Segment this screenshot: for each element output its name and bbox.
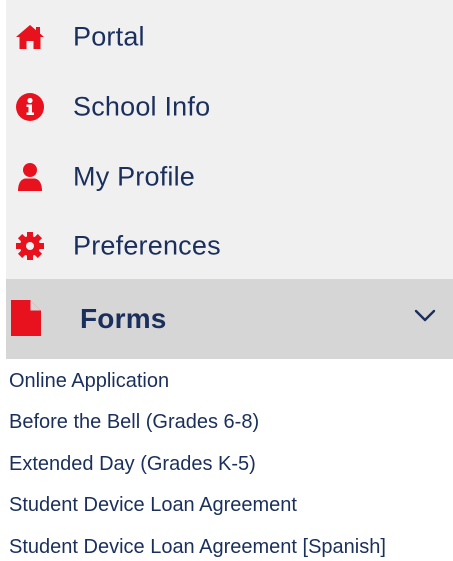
home-icon [14, 21, 46, 53]
sidebar-menu: Portal School Info My Profile Preference… [0, 0, 453, 561]
menu-item-my-profile[interactable]: My Profile [6, 142, 453, 212]
submenu-link-device-loan-agreement[interactable]: Student Device Loan Agreement [9, 494, 297, 517]
menu-item-label: Preferences [73, 230, 221, 261]
document-icon [10, 299, 42, 337]
chevron-down-icon[interactable] [414, 309, 436, 323]
submenu-link-extended-day[interactable]: Extended Day (Grades K-5) [9, 453, 256, 476]
menu-item-school-info[interactable]: School Info [6, 72, 453, 142]
gear-icon [14, 230, 46, 262]
menu-item-portal[interactable]: Portal [6, 2, 453, 72]
menu-item-forms[interactable]: Forms [6, 279, 453, 359]
submenu-link-online-application[interactable]: Online Application [9, 370, 169, 393]
submenu-link-device-loan-agreement-spanish[interactable]: Student Device Loan Agreement [Spanish] [9, 536, 386, 559]
menu-item-label: My Profile [73, 161, 196, 192]
menu-item-label: Forms [80, 303, 167, 334]
submenu-link-before-the-bell[interactable]: Before the Bell (Grades 6-8) [9, 411, 259, 434]
menu-item-label: School Info [73, 91, 211, 122]
menu-item-preferences[interactable]: Preferences [6, 211, 453, 281]
user-icon [14, 161, 46, 193]
menu-item-label: Portal [73, 21, 145, 52]
info-circle-icon [14, 91, 46, 123]
